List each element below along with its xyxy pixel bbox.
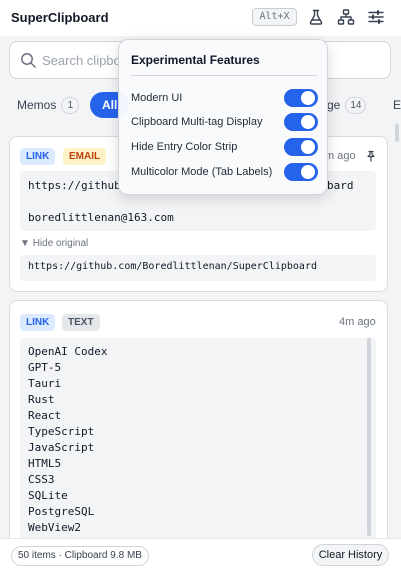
- content-line: OpenAI Codex: [28, 345, 108, 358]
- toggle-knob: [301, 140, 315, 154]
- option-modern-ui: Modern UI: [131, 89, 319, 109]
- content-line: https://github: [28, 179, 121, 192]
- hide-original-label: Hide original: [32, 238, 89, 249]
- search-icon: [20, 52, 37, 69]
- tab-label: ge: [327, 98, 341, 112]
- content-line: Tauri: [28, 377, 62, 390]
- content-line: SQLite: [28, 489, 68, 502]
- clipboard-entry[interactable]: LINK TEXT 4m ago OpenAI Codex GPT-5 Taur…: [9, 300, 388, 548]
- tab-count: 1: [61, 96, 80, 114]
- multi-tag-toggle[interactable]: [284, 113, 318, 131]
- footer: 50 items · Clipboard 9.8 MB Clear Histor…: [0, 538, 401, 573]
- content-line: JavaScript: [28, 441, 95, 454]
- experimental-features-popover: Experimental Features Modern UI Clipboar…: [118, 39, 328, 195]
- content-line: Rust: [28, 393, 55, 406]
- app-title: SuperClipboard: [11, 10, 109, 25]
- option-multi-tag: Clipboard Multi-tag Display: [131, 113, 319, 133]
- entry-scrollbar-thumb[interactable]: [367, 338, 371, 536]
- tab-memos[interactable]: Memos 1: [17, 92, 80, 118]
- popover-divider: [131, 75, 317, 76]
- content-line: HTML5: [28, 457, 62, 470]
- tab-count: 14: [345, 96, 367, 114]
- original-content: https://github.com/Boredlittlenan/SuperC…: [20, 255, 376, 281]
- title-bar: SuperClipboard Alt+X: [0, 0, 401, 36]
- list-scrollbar[interactable]: [394, 124, 400, 536]
- content-line: PostgreSQL: [28, 505, 95, 518]
- tab-label: All: [102, 98, 118, 112]
- tab-label: E: [393, 98, 401, 112]
- shortcut-badge: Alt+X: [252, 8, 297, 26]
- tag-link: LINK: [20, 314, 56, 331]
- option-hide-color-strip: Hide Entry Color Strip: [131, 138, 319, 158]
- content-line: GPT-5: [28, 361, 62, 374]
- list-scrollbar-thumb[interactable]: [395, 124, 399, 142]
- entry-time: 4m ago: [339, 316, 376, 328]
- tag-text: TEXT: [62, 314, 100, 331]
- content-line: TypeScript: [28, 425, 95, 438]
- multicolor-mode-toggle[interactable]: [284, 163, 318, 181]
- toggle-knob: [301, 115, 315, 129]
- option-label: Clipboard Multi-tag Display: [131, 116, 263, 128]
- tab-label: Memos: [17, 98, 57, 112]
- toggle-knob: [301, 165, 315, 179]
- option-label: Modern UI: [131, 92, 183, 104]
- hide-original-toggle[interactable]: ▼ Hide original: [20, 238, 88, 249]
- content-line: WebView2: [28, 521, 81, 534]
- popover-title: Experimental Features: [131, 53, 260, 67]
- content-line: React: [28, 409, 62, 422]
- pin-icon[interactable]: [365, 149, 377, 162]
- hide-color-strip-toggle[interactable]: [284, 138, 318, 156]
- entry-time: m ago: [325, 150, 356, 162]
- content-line: CSS3: [28, 473, 55, 486]
- tag-email: EMAIL: [63, 148, 107, 165]
- content-line: bard: [327, 179, 354, 192]
- hierarchy-icon[interactable]: [337, 8, 355, 26]
- flask-icon[interactable]: [307, 8, 325, 26]
- toggle-knob: [301, 91, 315, 105]
- original-line: https://github.com/Boredlittlenan/SuperC…: [28, 261, 317, 272]
- collapse-arrow-icon: ▼: [20, 238, 30, 249]
- modern-ui-toggle[interactable]: [284, 89, 318, 107]
- tab-image[interactable]: ge 14: [327, 92, 367, 118]
- option-label: Hide Entry Color Strip: [131, 141, 238, 153]
- tab-partial[interactable]: E: [393, 92, 401, 118]
- footer-stats: 50 items · Clipboard 9.8 MB: [11, 546, 149, 566]
- option-label: Multicolor Mode (Tab Labels): [131, 166, 273, 178]
- entry-content: OpenAI Codex GPT-5 Tauri Rust React Type…: [20, 338, 376, 548]
- clear-history-button[interactable]: Clear History: [312, 544, 389, 566]
- sliders-icon[interactable]: [367, 8, 385, 26]
- tag-link: LINK: [20, 148, 56, 165]
- option-multicolor-mode: Multicolor Mode (Tab Labels): [131, 163, 319, 183]
- content-line: boredlittlenan@163.com: [28, 211, 174, 224]
